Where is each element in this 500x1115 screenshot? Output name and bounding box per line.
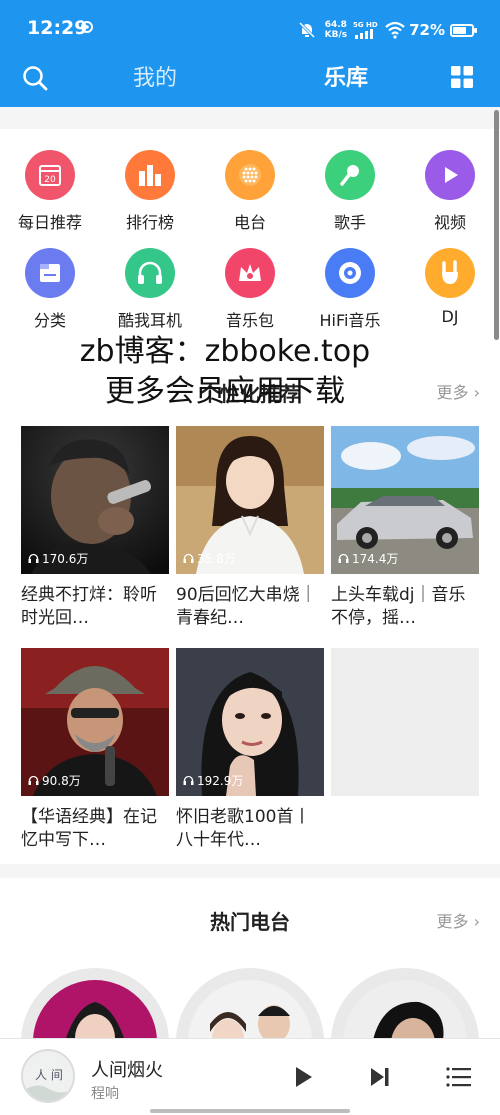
shortcut-radio[interactable]: 电台 — [200, 150, 300, 233]
rock-hand-icon — [425, 248, 475, 298]
battery-percent: 72% — [409, 21, 445, 39]
svg-text:20: 20 — [44, 175, 56, 185]
shortcut-headphones[interactable]: 酷我耳机 — [100, 248, 200, 331]
empty-card-placeholder — [331, 648, 479, 796]
watermark-line2: 更多会员应用下载 — [105, 374, 345, 409]
playlist-title: 经典不打烊：聆听时光回… — [21, 585, 157, 628]
watermark-line1: zb博客：zbboke.top — [79, 334, 371, 369]
playlist-queue-icon[interactable] — [445, 1063, 473, 1091]
playlist-title: 上头车载dj｜音乐不停，摇… — [331, 585, 466, 628]
shortcut-label: 每日推荐 — [17, 213, 82, 232]
playlist-card[interactable]: 170.6万 经典不打烊：聆听时光回… — [21, 426, 169, 630]
radio-station-card[interactable] — [21, 968, 169, 1038]
status-right: 64.8 KB/s 5G HD 72% — [297, 17, 477, 43]
battery-icon — [450, 23, 477, 37]
play-count: 192.9万 — [183, 772, 243, 789]
play-count: 174.4万 — [338, 550, 398, 567]
play-icon — [425, 150, 475, 200]
hot-radio-title: 热门电台 — [210, 910, 290, 934]
playlist-title: 【华语经典】在记忆中写下… — [21, 807, 157, 850]
signal-icon: 5G HD — [353, 21, 378, 39]
play-icon[interactable] — [289, 1063, 317, 1091]
shortcut-dj[interactable]: DJ — [400, 248, 500, 326]
playlist-card[interactable]: 35.8万 90后回忆大串烧｜青春纪… — [176, 426, 324, 630]
headphone-icon — [28, 553, 39, 563]
crown-icon — [225, 248, 275, 298]
playlist-cover: 170.6万 — [21, 426, 169, 574]
top-nav: 我的 乐库 — [0, 58, 500, 96]
shortcut-daily-recommend[interactable]: 20 每日推荐 — [0, 150, 100, 233]
status-time: 12:29 — [27, 17, 88, 39]
playlist-cover: 90.8万 — [21, 648, 169, 796]
calendar-icon: 20 — [25, 150, 75, 200]
svg-text:5G HD: 5G HD — [353, 21, 378, 29]
playlist-title: 怀旧老歌100首丨八十年代… — [176, 807, 311, 850]
shortcut-video[interactable]: 视频 — [400, 150, 500, 233]
now-playing-title: 人间烟火 — [91, 1060, 163, 1081]
shortcut-grid: 20 每日推荐 排行榜 电台 歌手 视频 分类 酷我耳机 音乐包 HiFi音乐 … — [0, 129, 500, 344]
svg-text:人 间: 人 间 — [35, 1068, 63, 1082]
shortcut-label: 歌手 — [333, 213, 366, 232]
playlist-card[interactable]: 174.4万 上头车载dj｜音乐不停，摇… — [331, 426, 479, 630]
album-cover[interactable]: 人 间 — [21, 1049, 75, 1103]
radio-station-card[interactable] — [331, 968, 479, 1038]
shortcut-label: 排行榜 — [125, 213, 174, 232]
tab-library[interactable]: 乐库 — [324, 60, 368, 92]
category-icon — [25, 248, 75, 298]
shortcut-hifi[interactable]: HiFi音乐 — [300, 248, 400, 331]
next-track-icon[interactable] — [366, 1063, 394, 1091]
radio-icon — [225, 150, 275, 200]
now-playing-artist: 程响 — [91, 1086, 119, 1102]
playlist-title: 90后回忆大串烧｜青春纪… — [176, 585, 317, 628]
hot-radio-section: 热门电台 更多 › — [0, 878, 500, 1038]
headphone-icon — [28, 775, 39, 785]
playlist-card[interactable]: 90.8万 【华语经典】在记忆中写下… — [21, 648, 169, 852]
status-bar: 12:29 64.8 KB/s 5G HD 72% — [0, 0, 500, 58]
microphone-icon — [325, 150, 375, 200]
play-count: 170.6万 — [28, 550, 88, 567]
mute-bell-icon — [298, 21, 315, 39]
radio-cover — [188, 980, 312, 1038]
playlist-cover: 174.4万 — [331, 426, 479, 574]
headphone-icon — [183, 775, 194, 785]
play-count: 35.8万 — [183, 550, 236, 567]
radio-cover — [33, 980, 157, 1038]
playlist-cover: 35.8万 — [176, 426, 324, 574]
playlist-card[interactable]: 192.9万 怀旧老歌100首丨八十年代… — [176, 648, 324, 852]
wifi-icon — [385, 21, 405, 39]
tab-mine[interactable]: 我的 — [133, 60, 177, 92]
radio-cover — [343, 980, 467, 1038]
scrollbar[interactable] — [494, 110, 499, 340]
radio-station-card[interactable] — [176, 968, 324, 1038]
headphone-icon — [338, 553, 349, 563]
section-gap — [0, 107, 500, 129]
grid-menu-icon[interactable] — [450, 65, 474, 89]
network-speed: 64.8 KB/s — [324, 20, 348, 40]
shortcut-label: 视频 — [433, 213, 466, 232]
app-notification-icon — [81, 21, 93, 33]
recommend-more-link[interactable]: 更多 › — [437, 379, 481, 403]
shortcut-charts[interactable]: 排行榜 — [100, 150, 200, 233]
shortcut-music-pack[interactable]: 音乐包 — [200, 248, 300, 331]
playlist-cover: 192.9万 — [176, 648, 324, 796]
shortcut-label: 电台 — [233, 213, 266, 232]
mini-player[interactable]: 人 间 人间烟火 程响 — [0, 1038, 500, 1115]
headphones-icon — [125, 248, 175, 298]
shortcut-label: DJ — [441, 307, 459, 326]
headphone-icon — [183, 553, 194, 563]
home-indicator[interactable] — [150, 1109, 350, 1113]
shortcut-category[interactable]: 分类 — [0, 248, 100, 331]
search-icon[interactable] — [21, 64, 49, 92]
app-header: 12:29 64.8 KB/s 5G HD 72% 我的 乐库 — [0, 0, 500, 107]
disc-icon — [325, 248, 375, 298]
section-gap — [0, 864, 500, 878]
hot-radio-more-link[interactable]: 更多 › — [437, 908, 481, 932]
bar-chart-icon — [125, 150, 175, 200]
shortcut-singers[interactable]: 歌手 — [300, 150, 400, 233]
play-count: 90.8万 — [28, 772, 81, 789]
